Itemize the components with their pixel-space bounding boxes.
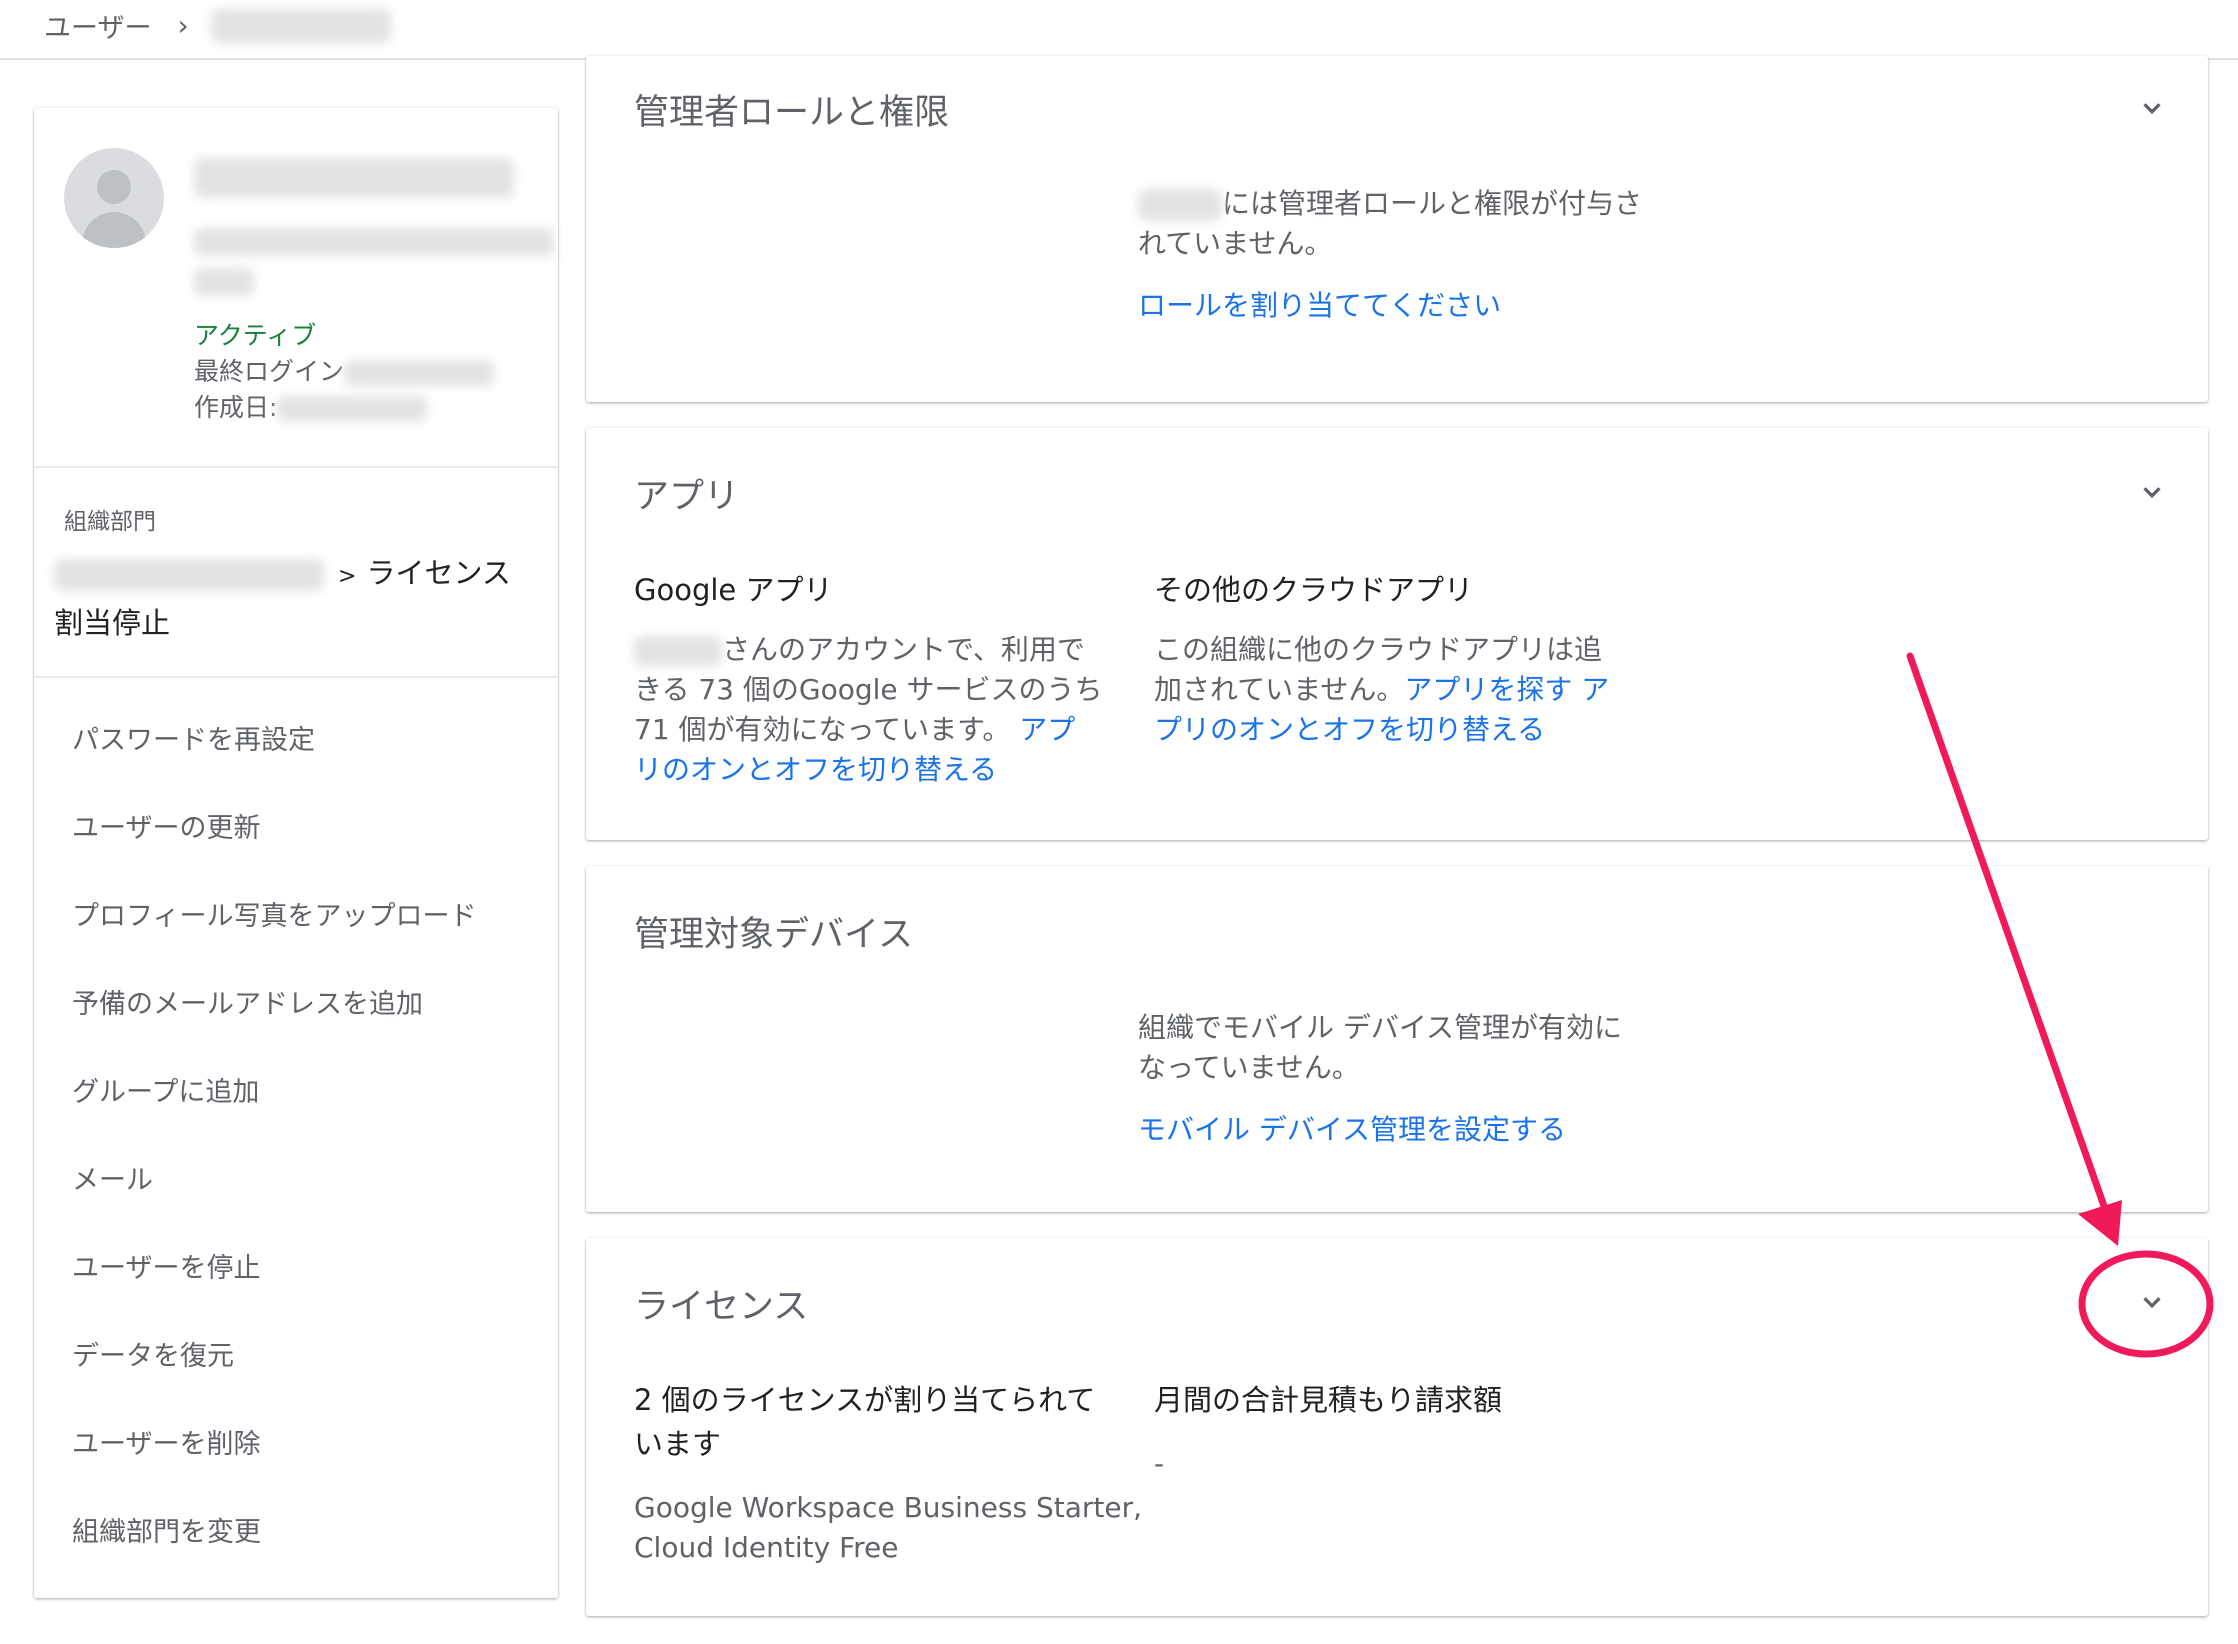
status-badge: アクティブ <box>194 321 317 350</box>
setup-mobile-management-link[interactable]: モバイル デバイス管理を設定する <box>1138 1110 1698 1150</box>
user-summary-card: アクティブ 最終ログイン 作成日: 組織部門 > ライセンス割当停止 パスワードを… <box>34 108 558 1598</box>
divider <box>34 676 558 678</box>
expand-chevron-down-icon[interactable] <box>2134 474 2170 510</box>
avatar-person-icon <box>97 170 131 204</box>
add-secondary-email-action[interactable]: 予備のメールアドレスを追加 <box>72 982 532 1070</box>
delete-user-action[interactable]: ユーザーを削除 <box>72 1422 532 1510</box>
managed-devices-card: 管理対象デバイス 組織でモバイル デバイス管理が有効に なっていません。 モバイ… <box>586 866 2208 1212</box>
apps-card: アプリ Google アプリ さんのアカウントで、利用で きる 73 個のGoo… <box>586 428 2208 840</box>
user-name-redacted <box>1138 189 1222 221</box>
reset-password-action[interactable]: パスワードを再設定 <box>72 718 532 806</box>
apps-title: アプリ <box>634 477 740 517</box>
expand-chevron-down-icon[interactable] <box>2134 1284 2170 1320</box>
monthly-estimate-value: - <box>1154 1447 1165 1480</box>
upload-profile-photo-action[interactable]: プロフィール写真をアップロード <box>72 894 532 982</box>
last-login: 最終ログイン <box>194 352 495 388</box>
breadcrumb-chevron-icon: › <box>177 9 189 42</box>
toggle-apps-link[interactable]: アプ <box>1019 713 1075 746</box>
expand-chevron-down-icon[interactable] <box>2134 90 2170 126</box>
change-org-unit-action[interactable]: 組織部門を変更 <box>72 1510 532 1598</box>
last-login-label: 最終ログイン <box>194 357 345 386</box>
toggle-apps-link-cont[interactable]: リのオンとオフを切り替える <box>634 753 997 786</box>
mail-action[interactable]: メール <box>72 1158 532 1246</box>
breadcrumb-users-link[interactable]: ユーザー <box>44 6 151 45</box>
suspend-user-action[interactable]: ユーザーを停止 <box>72 1246 532 1334</box>
org-unit-label: 組織部門 <box>64 509 156 535</box>
user-actions-list: パスワードを再設定 ユーザーの更新 プロフィール写真をアップロード 予備のメール… <box>72 718 532 1598</box>
created-date: 作成日: <box>194 388 428 424</box>
assigned-licenses-title: 2 個のライセンスが割り当てられて います <box>634 1383 1096 1461</box>
licenses-title: ライセンス <box>634 1287 809 1327</box>
monthly-estimate-title: 月間の合計見積もり請求額 <box>1154 1383 1503 1417</box>
update-user-action[interactable]: ユーザーの更新 <box>72 806 532 894</box>
breadcrumb-user-name-redacted <box>210 8 391 43</box>
google-apps-title: Google アプリ <box>634 573 833 607</box>
assign-role-link[interactable]: ロールを割り当ててください <box>1138 286 1698 326</box>
toggle-cloud-apps-link-cont[interactable]: プリのオンとオフを切り替える <box>1154 713 1545 746</box>
org-path-arrow-icon: > <box>338 564 357 589</box>
admin-roles-message: には管理者ロールと権限が付与さ れていません。 <box>1138 187 1643 260</box>
user-email-redacted <box>194 228 554 256</box>
find-apps-link[interactable]: アプリを探す <box>1404 673 1572 706</box>
google-apps-description: さんのアカウントで、利用で きる 73 個のGoogle サービスのうち 71 … <box>634 633 1103 786</box>
add-to-group-action[interactable]: グループに追加 <box>72 1070 532 1158</box>
managed-devices-message: 組織でモバイル デバイス管理が有効に なっていません。 <box>1138 1011 1623 1084</box>
user-name-redacted <box>194 158 514 198</box>
toggle-cloud-apps-link[interactable]: ア <box>1581 673 1609 706</box>
other-cloud-apps-title: その他のクラウドアプリ <box>1154 573 1474 607</box>
divider <box>34 466 558 468</box>
assigned-licenses-products: Google Workspace Business Starter, Cloud… <box>634 1491 1142 1564</box>
user-name-redacted <box>634 636 722 666</box>
restore-data-action[interactable]: データを復元 <box>72 1334 532 1422</box>
org-parent-redacted <box>54 559 324 591</box>
top-bar: ユーザー › <box>0 0 2238 60</box>
other-cloud-apps-description: この組織に他のクラウドアプリは追 加されていません。アプリを探す ア プリのオン… <box>1154 633 1610 746</box>
admin-roles-title: 管理者ロールと権限 <box>634 93 950 133</box>
admin-roles-card: 管理者ロールと権限 には管理者ロールと権限が付与さ れていません。 ロールを割り… <box>586 56 2208 402</box>
breadcrumb: ユーザー › <box>44 6 391 45</box>
licenses-card: ライセンス 2 個のライセンスが割り当てられて います Google Works… <box>586 1238 2208 1616</box>
avatar[interactable] <box>64 148 164 248</box>
created-label: 作成日: <box>194 393 278 422</box>
managed-devices-title: 管理対象デバイス <box>634 915 913 955</box>
org-unit-path[interactable]: > ライセンス割当停止 <box>54 550 534 646</box>
